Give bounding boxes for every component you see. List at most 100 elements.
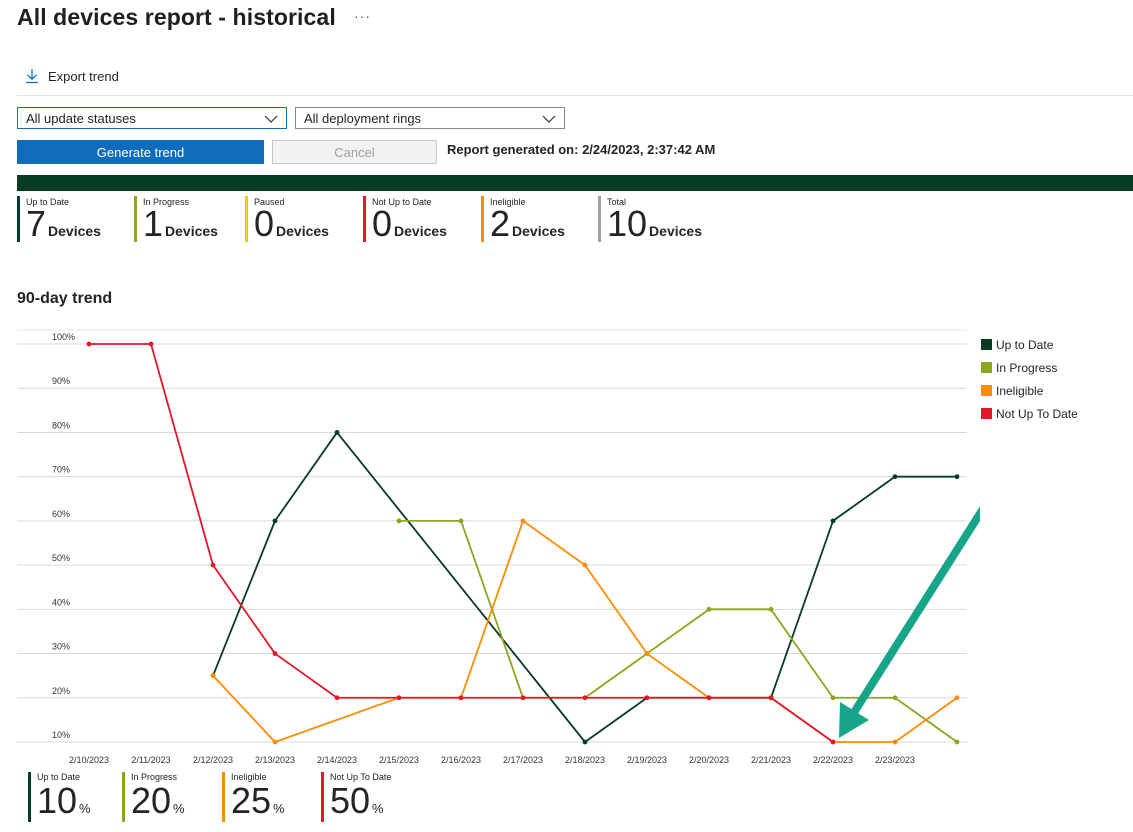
data-point [830,739,836,745]
x-tick-label: 2/18/2023 [565,755,605,765]
percent-value: 10 [37,780,78,821]
cancel-button[interactable]: Cancel [272,140,437,164]
y-tick-label: 10% [52,730,70,740]
legend-label: Up to Date [996,337,1054,352]
percent-value: 20 [131,780,172,821]
download-icon [25,68,39,84]
data-point [892,474,898,480]
summary-value: 7 [26,203,47,244]
chart-legend: Up to Date In Progress Ineligible Not Up… [981,333,1078,425]
legend-swatch [981,385,992,396]
data-point [582,739,588,745]
update-status-select[interactable]: All update statuses [17,107,287,129]
percent-unit: % [273,801,285,816]
deployment-rings-select-value: All deployment rings [304,110,422,126]
data-point [768,606,774,612]
export-trend-label: Export trend [48,68,119,84]
x-tick-label: 2/10/2023 [69,755,109,765]
data-point [334,695,340,701]
series-line [89,343,834,743]
summary-total: Total 10 Devices [598,196,702,242]
legend-item-not-up-to-date[interactable]: Not Up To Date [981,402,1078,425]
summary-unit: Devices [649,223,702,239]
percent-unit: % [372,801,384,816]
update-status-select-value: All update statuses [26,110,136,126]
x-tick-label: 2/12/2023 [193,755,233,765]
legend-label: Ineligible [996,383,1044,398]
x-tick-label: 2/11/2023 [131,755,170,765]
series-line [399,519,958,743]
x-tick-label: 2/23/2023 [875,755,915,765]
legend-item-ineligible[interactable]: Ineligible [981,379,1078,402]
legend-item-in-progress[interactable]: In Progress [981,356,1078,379]
data-point [210,673,216,679]
data-point [830,695,836,701]
deployment-rings-select[interactable]: All deployment rings [295,107,565,129]
summary-unit: Devices [512,223,565,239]
x-tick-label: 2/22/2023 [813,755,853,765]
summary-not-up-to-date: Not Up to Date 0 Devices [363,196,447,242]
percent-ineligible: Ineligible 25% [222,772,285,822]
y-tick-label: 60% [52,509,70,519]
summary-unit: Devices [394,223,447,239]
status-color-bar [17,175,1133,191]
summary-unit: Devices [276,223,329,239]
summary-value: 10 [607,203,648,244]
data-point [954,474,960,480]
summary-value: 0 [254,203,275,244]
percent-value: 25 [231,780,272,821]
y-tick-label: 70% [52,465,70,475]
legend-swatch [981,339,992,350]
data-point [520,695,526,701]
legend-item-up-to-date[interactable]: Up to Date [981,333,1078,356]
percent-in-progress: In Progress 20% [122,772,185,822]
toolbar-divider [17,95,1133,96]
percent-not-up-to-date: Not Up To Date 50% [321,772,391,822]
x-tick-label: 2/14/2023 [317,755,357,765]
data-point [582,695,588,701]
summary-in-progress: In Progress 1 Devices [134,196,218,242]
more-options-button[interactable]: ··· [354,8,371,24]
data-point [272,518,278,524]
data-point [644,695,650,701]
chevron-down-icon [264,112,278,127]
page-title: All devices report - historical [17,4,336,30]
y-tick-label: 30% [52,642,70,652]
data-point [272,739,278,745]
data-point [582,562,588,568]
x-tick-label: 2/20/2023 [689,755,729,765]
percent-unit: % [173,801,185,816]
summary-up-to-date: Up to Date 7 Devices [17,196,101,242]
summary-paused: Paused 0 Devices [245,196,329,242]
x-tick-label: 2/15/2023 [379,755,419,765]
percent-up-to-date: Up to Date 10% [28,772,91,822]
data-point [520,518,526,524]
y-tick-label: 40% [52,597,70,607]
percent-unit: % [79,801,91,816]
data-point [830,518,836,524]
data-point [210,562,216,568]
y-tick-label: 100% [52,332,75,342]
x-tick-label: 2/21/2023 [751,755,791,765]
summary-ineligible: Ineligible 2 Devices [481,196,565,242]
y-tick-label: 90% [52,376,70,386]
trend-heading: 90-day trend [17,290,113,307]
data-point [458,695,464,701]
summary-unit: Devices [48,223,101,239]
legend-swatch [981,362,992,373]
export-trend-button[interactable]: Export trend [25,68,119,84]
x-tick-label: 2/13/2023 [255,755,295,765]
summary-unit: Devices [165,223,218,239]
legend-label: Not Up To Date [996,406,1078,421]
data-point [706,606,712,612]
x-tick-label: 2/17/2023 [503,755,543,765]
percent-value: 50 [330,780,371,821]
y-tick-label: 50% [52,553,70,563]
data-point [148,341,154,347]
generate-trend-button[interactable]: Generate trend [17,140,264,164]
data-point [768,695,774,701]
summary-value: 1 [143,203,164,244]
data-point [396,518,402,524]
y-tick-label: 80% [52,420,70,430]
summary-value: 0 [372,203,393,244]
